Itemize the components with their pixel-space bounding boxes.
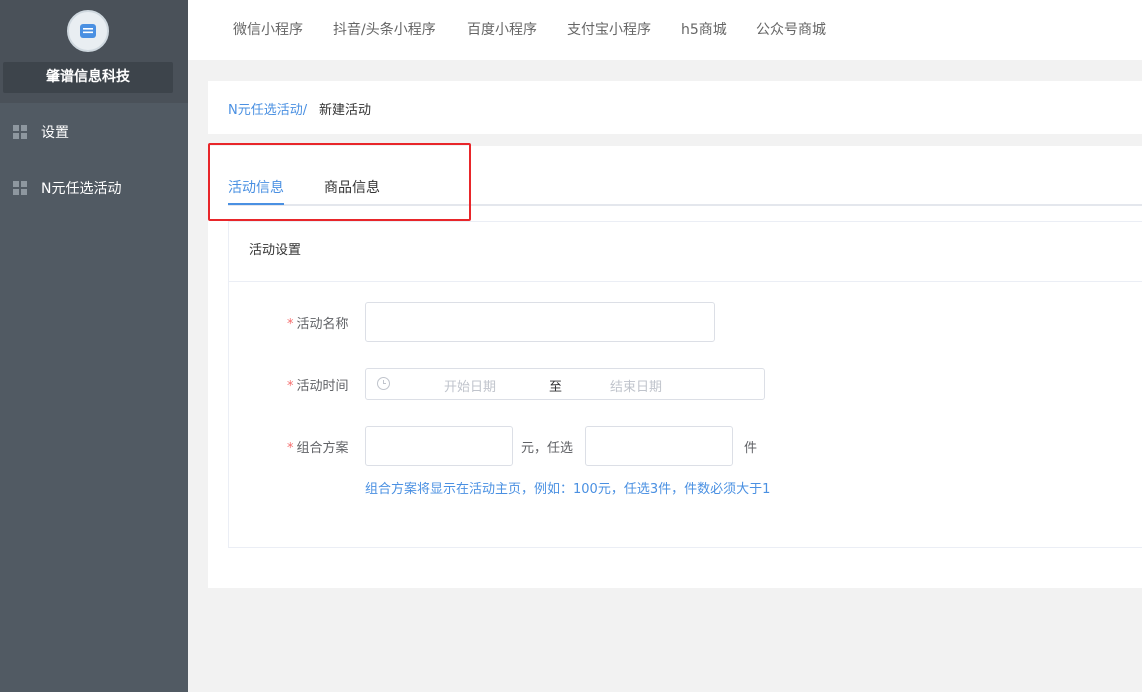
sidebar-item-n-yuan-activity[interactable]: N元任选活动 (0, 168, 188, 208)
required-mark: * (287, 317, 294, 332)
grid-icon (13, 181, 27, 195)
sidebar-item-label: 设置 (41, 125, 69, 141)
amount-unit-text: 元，任选 (521, 441, 574, 456)
activity-name-input[interactable] (365, 302, 715, 342)
annotation-highlight-box (208, 143, 471, 221)
combo-count-input[interactable] (585, 426, 733, 466)
clock-icon (377, 377, 390, 390)
top-tab-wechat[interactable]: 微信小程序 (233, 0, 303, 60)
top-tab-official-account[interactable]: 公众号商城 (756, 0, 826, 60)
date-range-separator: 至 (549, 380, 563, 395)
sidebar-header: 肇谱信息科技 (0, 0, 188, 103)
combo-amount-input[interactable] (365, 426, 513, 466)
combo-hint-text: 组合方案将显示在活动主页，例如：100元，任选3件，件数必须大于1 (365, 482, 771, 497)
top-tab-douyin[interactable]: 抖音/头条小程序 (333, 0, 436, 60)
activity-settings-card: 活动设置 * 活动名称 * 活动时间 开始日期 至 结束日期 * 组合方案 元，任选 … (228, 221, 1142, 548)
activity-date-range-picker[interactable]: 开始日期 至 结束日期 (365, 368, 765, 400)
sidebar: 肇谱信息科技 设置 N元任选活动 (0, 0, 188, 692)
sidebar-item-settings[interactable]: 设置 (0, 112, 188, 152)
top-tab-baidu[interactable]: 百度小程序 (467, 0, 537, 60)
combo-plan-label: * 组合方案 (287, 441, 349, 456)
required-mark: * (287, 379, 294, 394)
brand-name: 肇谱信息科技 (3, 62, 173, 93)
start-date-input[interactable]: 开始日期 (444, 376, 496, 395)
top-tab-alipay[interactable]: 支付宝小程序 (567, 0, 651, 60)
activity-name-label: * 活动名称 (287, 317, 349, 332)
grid-icon (13, 125, 27, 139)
required-mark: * (287, 441, 294, 456)
count-unit-text: 件 (744, 441, 758, 456)
top-tab-h5[interactable]: h5商城 (681, 0, 727, 60)
end-date-input[interactable]: 结束日期 (610, 376, 662, 395)
sidebar-item-label: N元任选活动 (41, 181, 122, 197)
brand-logo[interactable] (67, 10, 109, 52)
card-title: 活动设置 (229, 222, 1142, 282)
top-nav: 微信小程序 抖音/头条小程序 百度小程序 支付宝小程序 h5商城 公众号商城 (188, 0, 1142, 60)
main-panel: 活动信息 商品信息 活动设置 * 活动名称 * 活动时间 开始日期 至 结束日期 *… (208, 143, 1142, 588)
activity-time-label: * 活动时间 (287, 379, 349, 394)
breadcrumb-current: 新建活动 (319, 103, 372, 118)
store-logo-icon (80, 24, 96, 38)
breadcrumb: N元任选活动/ 新建活动 (208, 81, 1142, 134)
breadcrumb-parent-link[interactable]: N元任选活动/ (228, 99, 307, 118)
